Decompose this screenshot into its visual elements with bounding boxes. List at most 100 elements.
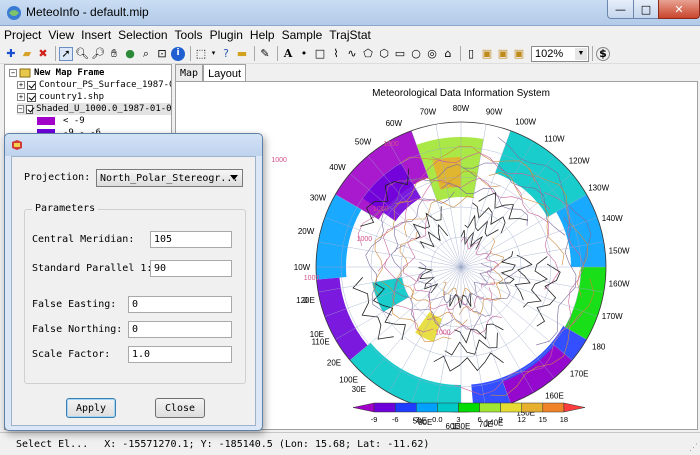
page-zoom-in-icon[interactable]: ▣	[480, 47, 494, 61]
identify-icon[interactable]: i	[171, 46, 185, 61]
app-icon	[7, 6, 21, 20]
layer-checkbox[interactable]	[27, 80, 36, 90]
layer-checkbox[interactable]	[25, 104, 34, 114]
legend-break-label: < -9	[63, 116, 85, 126]
map-title: Meteorological Data Information System	[372, 88, 550, 99]
minimize-button[interactable]: —	[607, 0, 634, 19]
zoom-out-icon[interactable]: 🔎︎	[91, 47, 105, 61]
add-layer-icon[interactable]: ✚	[4, 47, 18, 61]
zoom-in-icon[interactable]: 🔍︎	[75, 47, 89, 61]
page-icon[interactable]: ▯	[464, 47, 478, 61]
maximize-button[interactable]: □	[633, 0, 659, 19]
projection-select[interactable]: North_Polar_Stereogr...	[96, 169, 243, 187]
polyline-icon[interactable]: ⌇	[329, 47, 343, 61]
longitude-label: 160W	[609, 280, 630, 289]
menu-tools[interactable]: Tools	[175, 28, 203, 42]
dialog-app-icon	[12, 140, 22, 150]
false-northing-input[interactable]: 0	[128, 321, 232, 338]
layer-checkbox[interactable]	[27, 92, 36, 102]
layer-node[interactable]: + country1.shp	[17, 91, 104, 103]
money-icon[interactable]: $	[596, 46, 610, 61]
longitude-label: 30E	[352, 385, 366, 394]
legend-break[interactable]: < -9	[37, 115, 85, 127]
collapse-icon[interactable]: −	[17, 105, 24, 113]
layer-node[interactable]: − Shaded_U_1000.0_1987-01-01	[17, 103, 171, 115]
tab-map[interactable]: Map	[175, 64, 204, 81]
menu-bar: Project View Insert Selection Tools Plug…	[0, 26, 700, 44]
remove-icon[interactable]: ✖	[36, 47, 50, 61]
longitude-label: 110E	[312, 338, 330, 347]
open-folder-icon[interactable]: ▰	[20, 47, 34, 61]
colorbar-swatch	[458, 402, 480, 413]
colorbar-swatch	[394, 402, 417, 413]
colorbar-label: -9	[371, 415, 378, 424]
menu-sample[interactable]: Sample	[282, 28, 323, 42]
zoom-layer-icon[interactable]: ⊡	[155, 47, 169, 61]
menu-selection[interactable]: Selection	[118, 28, 167, 42]
layer-name: country1.shp	[39, 92, 105, 102]
point-icon[interactable]: •	[297, 47, 311, 61]
menu-plugin[interactable]: Plugin	[210, 28, 243, 42]
apply-button[interactable]: Apply	[66, 398, 116, 418]
freehand-icon[interactable]: ▭	[393, 47, 407, 61]
map-frame-node[interactable]: − New Map Frame	[9, 67, 104, 79]
full-extent-icon[interactable]: ⌕	[139, 47, 153, 61]
circle-icon[interactable]: ○	[409, 47, 423, 61]
contour-label: 1000	[435, 330, 451, 337]
dropdown-arrow-icon[interactable]: ▾	[210, 47, 217, 61]
rectangle-icon[interactable]: □	[313, 47, 327, 61]
false-easting-input[interactable]: 0	[128, 296, 232, 313]
page-zoom-out-icon[interactable]: ▣	[496, 47, 510, 61]
close-button[interactable]: Close	[155, 398, 205, 418]
collapse-icon[interactable]: −	[9, 69, 17, 77]
standard-parallel-label: Standard Parallel 1:	[32, 263, 153, 274]
layer-node[interactable]: + Contour_PS_Surface_1987-01-	[17, 79, 171, 91]
polygon-icon[interactable]: ⬠	[361, 47, 375, 61]
contour-label: 1000	[304, 275, 320, 282]
tab-layout[interactable]: Layout	[203, 64, 247, 82]
select-arrow-icon[interactable]: ➚	[59, 46, 73, 61]
menu-project[interactable]: Project	[4, 28, 41, 42]
ellipse-icon[interactable]: ◎	[425, 47, 439, 61]
scale-factor-input[interactable]: 1.0	[128, 346, 232, 363]
label-icon[interactable]: ▬	[235, 47, 249, 61]
measure-icon[interactable]: ?	[219, 47, 233, 61]
expand-icon[interactable]: +	[17, 81, 25, 89]
menu-trajstat[interactable]: TrajStat	[329, 28, 371, 42]
longitude-label: 90W	[486, 107, 503, 116]
contour-label: 1000	[383, 141, 399, 148]
map-data-layer	[316, 122, 606, 412]
colorbar-label: 18	[560, 415, 568, 424]
longitude-label: 80W	[453, 104, 470, 113]
menu-insert[interactable]: Insert	[81, 28, 111, 42]
longitude-label: 30W	[310, 193, 327, 202]
text-icon[interactable]: A	[281, 47, 295, 61]
longitude-label: 100E	[339, 375, 358, 384]
page-fit-icon[interactable]: ▣	[512, 47, 526, 61]
central-meridian-input[interactable]: 105	[150, 231, 232, 248]
projection-dialog: Projection: North_Polar_Stereogr... Para…	[4, 133, 263, 431]
colorbar-label: 9	[499, 415, 503, 424]
curve-icon[interactable]: ∿	[345, 47, 359, 61]
longitude-label: 60W	[386, 119, 403, 128]
zoom-combo[interactable]: 102% ▼	[531, 45, 589, 62]
chevron-down-icon[interactable]	[230, 175, 238, 180]
dialog-title-bar[interactable]	[5, 134, 262, 156]
colorbar-swatch	[352, 402, 375, 413]
globe-icon[interactable]: ●	[123, 47, 137, 61]
select-features-icon[interactable]: ⬚	[194, 47, 208, 61]
menu-view[interactable]: View	[48, 28, 74, 42]
toolbar: ✚ ▰ ✖ ➚ 🔍︎ 🔎︎ ✋︎ ● ⌕ ⊡ i ⬚ ▾ ? ▬ ✎ A • □…	[0, 44, 700, 64]
expand-icon[interactable]: +	[17, 93, 25, 101]
curve-polygon-icon[interactable]: ⬡	[377, 47, 391, 61]
chevron-down-icon[interactable]: ▼	[575, 47, 587, 60]
standard-parallel-input[interactable]: 90	[150, 260, 232, 277]
map-frame-label: New Map Frame	[34, 68, 105, 78]
area-icon[interactable]: ⌂	[441, 47, 455, 61]
menu-help[interactable]: Help	[250, 28, 275, 42]
pan-hand-icon[interactable]: ✋︎	[107, 47, 121, 61]
zoom-value: 102%	[535, 47, 564, 60]
resize-grip-icon[interactable]: ⋰	[689, 443, 698, 453]
close-window-button[interactable]: ✕	[658, 0, 700, 19]
edit-icon[interactable]: ✎	[258, 47, 272, 61]
